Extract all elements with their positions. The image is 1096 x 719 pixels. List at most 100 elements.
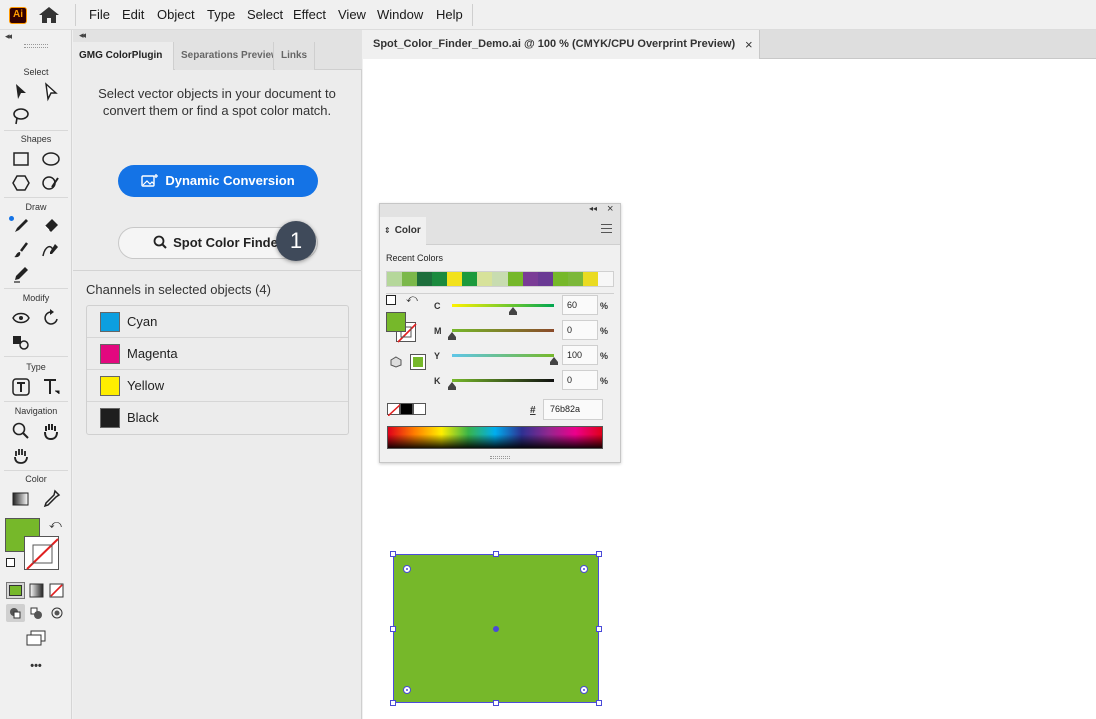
type-on-path-tool-icon[interactable] <box>11 377 31 397</box>
rectangle-tool-icon[interactable] <box>11 149 31 169</box>
collapse-icon[interactable]: ◂◂ <box>5 31 12 42</box>
grip-icon[interactable] <box>24 44 48 48</box>
rotate-tool-icon[interactable] <box>41 308 61 328</box>
slider-value-input[interactable]: 60 <box>562 295 598 315</box>
zoom-tool-icon[interactable] <box>11 421 31 441</box>
recent-color-swatch[interactable] <box>387 272 403 286</box>
recent-color-swatch[interactable] <box>507 272 523 286</box>
eraser-tool-icon[interactable] <box>41 216 61 236</box>
document-tab[interactable]: Spot_Color_Finder_Demo.ai @ 100 % (CMYK/… <box>363 30 760 59</box>
corner-radius-widget[interactable] <box>580 686 588 694</box>
slider-thumb[interactable] <box>448 332 456 340</box>
slider-track-m[interactable] <box>452 329 554 332</box>
resize-grip-icon[interactable] <box>490 456 510 459</box>
draw-inside-icon[interactable] <box>48 604 67 622</box>
none-mode-icon[interactable] <box>48 582 65 599</box>
menu-view[interactable]: View <box>338 7 366 22</box>
gradient-tool-icon[interactable] <box>11 489 31 509</box>
draw-behind-icon[interactable] <box>27 604 46 622</box>
selection-handle[interactable] <box>390 626 396 632</box>
menu-file[interactable]: File <box>89 7 110 22</box>
close-icon[interactable]: × <box>607 203 613 215</box>
slider-track-c[interactable] <box>452 304 554 307</box>
channel-row-magenta[interactable]: Magenta <box>87 338 348 370</box>
recent-color-swatch[interactable] <box>582 272 598 286</box>
recent-color-swatch[interactable] <box>447 272 463 286</box>
shape-builder-tool-icon[interactable] <box>11 332 31 352</box>
channel-row-yellow[interactable]: Yellow <box>87 370 348 402</box>
more-tools-button[interactable]: ••• <box>0 660 72 672</box>
lasso-tool-icon[interactable] <box>11 106 31 126</box>
recent-color-swatch[interactable] <box>567 272 583 286</box>
slider-value-input[interactable]: 100 <box>562 345 598 365</box>
stroke-swatch[interactable] <box>24 536 59 570</box>
recent-color-swatch[interactable] <box>417 272 433 286</box>
screen-mode-icon[interactable] <box>25 630 47 646</box>
recent-color-swatch[interactable] <box>537 272 553 286</box>
panel-menu-icon[interactable] <box>601 224 612 233</box>
ellipse-tool-icon[interactable] <box>41 149 61 169</box>
collapse-icon[interactable]: ◂◂ <box>79 30 86 41</box>
menu-effect[interactable]: Effect <box>293 7 326 22</box>
shaper-tool-icon[interactable] <box>41 173 61 193</box>
hand-tool-icon[interactable] <box>41 421 61 441</box>
recent-color-swatch[interactable] <box>597 272 613 286</box>
curvature-tool-icon[interactable] <box>41 240 61 260</box>
recent-color-swatch[interactable] <box>462 272 478 286</box>
polygon-tool-icon[interactable] <box>11 173 31 193</box>
slider-thumb[interactable] <box>550 357 558 365</box>
rotate-view-tool-icon[interactable] <box>11 445 31 465</box>
channel-row-cyan[interactable]: Cyan <box>87 306 348 338</box>
default-colors-icon[interactable] <box>386 295 396 305</box>
menu-select[interactable]: Select <box>247 7 283 22</box>
selection-handle[interactable] <box>596 551 602 557</box>
selection-tool-icon[interactable] <box>11 82 31 102</box>
default-colors-icon[interactable] <box>6 558 15 567</box>
selection-handle[interactable] <box>596 626 602 632</box>
swap-colors-icon[interactable]: ⤺ <box>49 517 62 532</box>
slider-value-input[interactable]: 0 <box>562 370 598 390</box>
tab-separations-preview[interactable]: Separations Preview <box>175 42 274 70</box>
selection-handle[interactable] <box>493 551 499 557</box>
web-safe-swatch[interactable] <box>410 354 426 370</box>
menu-help[interactable]: Help <box>436 7 463 22</box>
gradient-mode-icon[interactable] <box>28 582 45 599</box>
slider-track-y[interactable] <box>452 354 554 357</box>
eyedropper-tool-icon[interactable] <box>41 489 61 509</box>
out-of-gamut-icon[interactable] <box>390 356 402 368</box>
color-spectrum[interactable] <box>387 426 603 449</box>
menu-type[interactable]: Type <box>207 7 235 22</box>
recent-color-swatch[interactable] <box>432 272 448 286</box>
color-mode-button[interactable] <box>6 582 25 599</box>
puppet-warp-tool-icon[interactable] <box>11 308 31 328</box>
slider-value-input[interactable]: 0 <box>562 320 598 340</box>
pen-tool-icon[interactable] <box>11 216 31 236</box>
direct-selection-tool-icon[interactable] <box>41 82 61 102</box>
selection-handle[interactable] <box>390 700 396 706</box>
tab-links[interactable]: Links <box>275 42 315 70</box>
close-icon[interactable]: × <box>745 30 753 59</box>
recent-color-swatch[interactable] <box>552 272 568 286</box>
white-swatch[interactable] <box>413 403 426 415</box>
tab-color[interactable]: ⇕ Color <box>380 217 426 245</box>
dynamic-conversion-button[interactable]: Dynamic Conversion <box>118 165 318 197</box>
tab-gmg-colorplugin[interactable]: GMG ColorPlugin <box>73 42 174 70</box>
black-swatch[interactable] <box>400 403 413 415</box>
selection-handle[interactable] <box>596 700 602 706</box>
menu-window[interactable]: Window <box>377 7 423 22</box>
slider-thumb[interactable] <box>448 382 456 390</box>
recent-color-swatch[interactable] <box>477 272 493 286</box>
menu-edit[interactable]: Edit <box>122 7 144 22</box>
selection-handle[interactable] <box>493 700 499 706</box>
recent-color-swatch[interactable] <box>492 272 508 286</box>
channel-row-black[interactable]: Black <box>87 402 348 434</box>
slider-track-k[interactable] <box>452 379 554 382</box>
corner-radius-widget[interactable] <box>403 565 411 573</box>
hex-input[interactable]: 76b82a <box>543 399 603 420</box>
fill-swatch[interactable] <box>386 312 406 332</box>
corner-radius-widget[interactable] <box>403 686 411 694</box>
recent-color-swatch[interactable] <box>522 272 538 286</box>
pencil-tool-icon[interactable] <box>11 264 31 284</box>
menu-object[interactable]: Object <box>157 7 195 22</box>
selection-handle[interactable] <box>390 551 396 557</box>
